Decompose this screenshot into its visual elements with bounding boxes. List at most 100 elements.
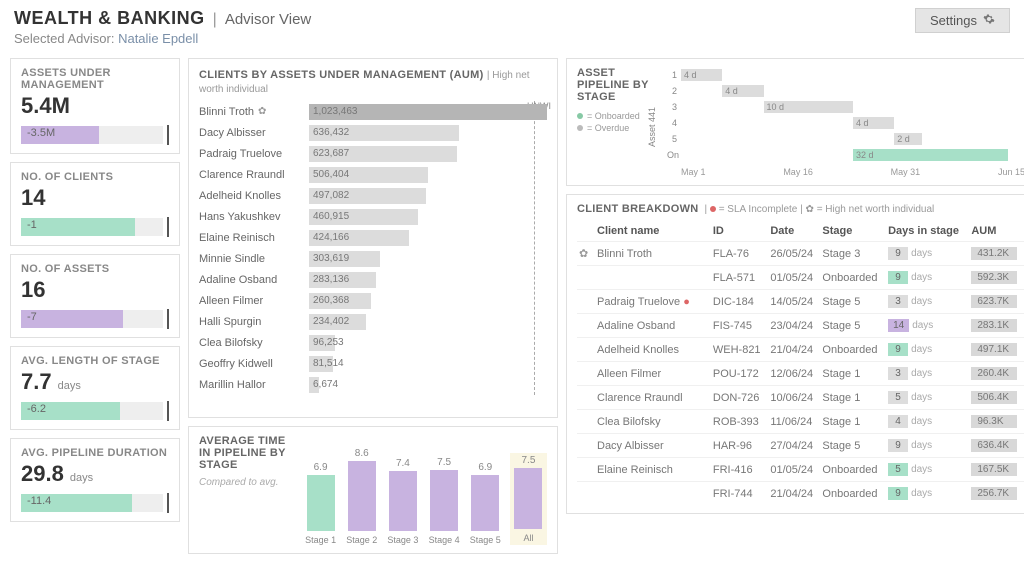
breakdown-header-row: Client nameIDDateStageDays in stageAUM: [577, 221, 1024, 242]
aum-row[interactable]: Adelheid Knolles 497,082: [199, 185, 547, 206]
avg-time-bar[interactable]: 7.5 Stage 4: [428, 457, 461, 545]
table-row[interactable]: Alleen Filmer POU-172 12/06/24 Stage 1 3…: [577, 362, 1024, 386]
kpi-tick: [167, 125, 169, 145]
avg-time-bar[interactable]: 6.9 Stage 1: [304, 462, 337, 545]
avg-time-bar-fill: [430, 470, 458, 531]
aum-row[interactable]: Elaine Reinisch 424,166: [199, 227, 547, 248]
advisor-name[interactable]: Natalie Epdell: [118, 31, 198, 46]
client-breakdown-card: CLIENT BREAKDOWN | = SLA Incomplete | ✿ …: [566, 194, 1024, 514]
gantt-row[interactable]: 4 4 d: [667, 115, 1024, 131]
kpi-value: 16: [21, 277, 169, 303]
main-grid: ASSETS UNDER MANAGEMENT 5.4M -3.5M NO. O…: [0, 50, 1024, 562]
avg-time-compare: Compared to avg.: [199, 477, 294, 488]
aum-chart-title: CLIENTS BY ASSETS UNDER MANAGEMENT (AUM): [199, 69, 484, 81]
gantt-row[interactable]: 2 4 d: [667, 83, 1024, 99]
table-row[interactable]: Dacy Albisser HAR-96 27/04/24 Stage 5 9d…: [577, 434, 1024, 458]
aum-value: 303,619: [309, 253, 349, 264]
table-row[interactable]: Adaline Osband FIS-745 23/04/24 Stage 5 …: [577, 314, 1024, 338]
cell-aum: 96.3K: [969, 410, 1024, 434]
aum-bar: 460,915: [309, 209, 418, 225]
hnwi-icon: ✿: [806, 204, 814, 215]
aum-row[interactable]: Halli Spurgin 234,402: [199, 311, 547, 332]
aum-row[interactable]: Padraig Truelove 623,687: [199, 143, 547, 164]
aum-row[interactable]: Clarence Rraundl 506,404: [199, 164, 547, 185]
aum-row[interactable]: Clea Bilofsky 96,253: [199, 332, 547, 353]
avg-time-bar[interactable]: 8.6 Stage 2: [345, 448, 378, 545]
aum-value: 260,368: [309, 295, 349, 306]
avg-time-bar[interactable]: 6.9 Stage 5: [469, 462, 502, 545]
table-row[interactable]: FLA-571 01/05/24 Onboarded 9days 592.3K: [577, 266, 1024, 290]
aum-row[interactable]: Dacy Albisser 636,432: [199, 122, 547, 143]
cell-id: WEH-821: [711, 338, 768, 362]
breakdown-col-header[interactable]: Days in stage: [886, 221, 969, 242]
advisor-label: Selected Advisor:: [14, 31, 114, 46]
table-row[interactable]: FRI-744 21/04/24 Onboarded 9days 256.7K: [577, 482, 1024, 506]
aum-row[interactable]: Alleen Filmer 260,368: [199, 290, 547, 311]
gantt-row[interactable]: 5 2 d: [667, 131, 1024, 147]
kpi-card[interactable]: NO. OF ASSETS 16 -7: [10, 254, 180, 338]
kpi-label: ASSETS UNDER MANAGEMENT: [21, 67, 169, 91]
cell-date: 14/05/24: [768, 290, 820, 314]
aum-bar: 636,432: [309, 125, 459, 141]
table-row[interactable]: Clea Bilofsky ROB-393 11/06/24 Stage 1 4…: [577, 410, 1024, 434]
gantt-row[interactable]: On 32 d: [667, 147, 1024, 163]
breakdown-col-header[interactable]: Stage: [820, 221, 886, 242]
aum-client-name: Adaline Osband: [199, 274, 309, 286]
cell-client-name: Adelheid Knolles: [595, 338, 711, 362]
cell-client-name: Blinni Troth: [595, 242, 711, 266]
avg-time-bar-fill: [471, 475, 499, 531]
legend-item: = Onboarded: [577, 111, 657, 121]
sla-dot-icon: [710, 206, 716, 212]
avg-time-bar[interactable]: 7.4 Stage 3: [386, 458, 419, 545]
aum-value: 460,915: [309, 211, 349, 222]
avg-time-bar[interactable]: 7.5 All: [510, 453, 547, 545]
avg-time-bar-fill: [348, 461, 376, 531]
table-row[interactable]: ✿ Blinni Troth FLA-76 26/05/24 Stage 3 9…: [577, 242, 1024, 266]
table-row[interactable]: Padraig Truelove ● DIC-184 14/05/24 Stag…: [577, 290, 1024, 314]
gantt-y-label: On: [667, 150, 677, 160]
aum-client-name: Clea Bilofsky: [199, 337, 309, 349]
kpi-card[interactable]: NO. OF CLIENTS 14 -1: [10, 162, 180, 246]
kpi-card[interactable]: ASSETS UNDER MANAGEMENT 5.4M -3.5M: [10, 58, 180, 154]
gantt-row[interactable]: 1 4 d: [667, 67, 1024, 83]
kpi-delta-bar: -3.5M: [21, 126, 163, 144]
gantt-bar: 2 d: [894, 133, 922, 145]
kpi-card[interactable]: AVG. LENGTH OF STAGE 7.7 days -6.2: [10, 346, 180, 430]
aum-row[interactable]: Adaline Osband 283,136: [199, 269, 547, 290]
table-row[interactable]: Elaine Reinisch FRI-416 01/05/24 Onboard…: [577, 458, 1024, 482]
cell-days: 9days: [886, 266, 969, 290]
breakdown-col-header[interactable]: ID: [711, 221, 768, 242]
cell-client-name: Alleen Filmer: [595, 362, 711, 386]
cell-days: 5days: [886, 386, 969, 410]
cell-aum: 623.7K: [969, 290, 1024, 314]
aum-row[interactable]: Minnie Sindle 303,619: [199, 248, 547, 269]
aum-row[interactable]: Geoffry Kidwell 81,514: [199, 353, 547, 374]
avg-time-value: 7.5: [437, 457, 451, 468]
cell-stage: Stage 3: [820, 242, 886, 266]
avg-time-bar-fill: [389, 471, 417, 531]
cell-date: 23/04/24: [768, 314, 820, 338]
kpi-label: NO. OF ASSETS: [21, 263, 169, 275]
aum-row[interactable]: Hans Yakushkev 460,915: [199, 206, 547, 227]
gear-icon: [983, 13, 995, 28]
aum-client-name: Adelheid Knolles: [199, 190, 309, 202]
cell-date: 01/05/24: [768, 458, 820, 482]
aum-bar: 303,619: [309, 251, 380, 267]
aum-row[interactable]: Marillin Hallor 6,674: [199, 374, 547, 395]
table-row[interactable]: Adelheid Knolles WEH-821 21/04/24 Onboar…: [577, 338, 1024, 362]
gantt-row[interactable]: 3 10 d: [667, 99, 1024, 115]
aum-bar-list: HNWI Blinni Troth ✿ 1,023,463 Dacy Albis…: [199, 101, 547, 395]
breakdown-col-header[interactable]: Date: [768, 221, 820, 242]
table-row[interactable]: Clarence Rraundl DON-726 10/06/24 Stage …: [577, 386, 1024, 410]
kpi-card[interactable]: AVG. PIPELINE DURATION 29.8 days -11.4: [10, 438, 180, 522]
aum-value: 81,514: [309, 358, 344, 369]
cell-stage: Onboarded: [820, 338, 886, 362]
cell-days: 9days: [886, 434, 969, 458]
breakdown-col-header[interactable]: Client name: [595, 221, 711, 242]
cell-date: 01/05/24: [768, 266, 820, 290]
kpi-value: 5.4M: [21, 93, 169, 119]
breakdown-col-header[interactable]: AUM: [969, 221, 1024, 242]
aum-value: 1,023,463: [309, 106, 358, 117]
aum-row[interactable]: Blinni Troth ✿ 1,023,463: [199, 101, 547, 122]
settings-button[interactable]: Settings: [915, 8, 1010, 33]
